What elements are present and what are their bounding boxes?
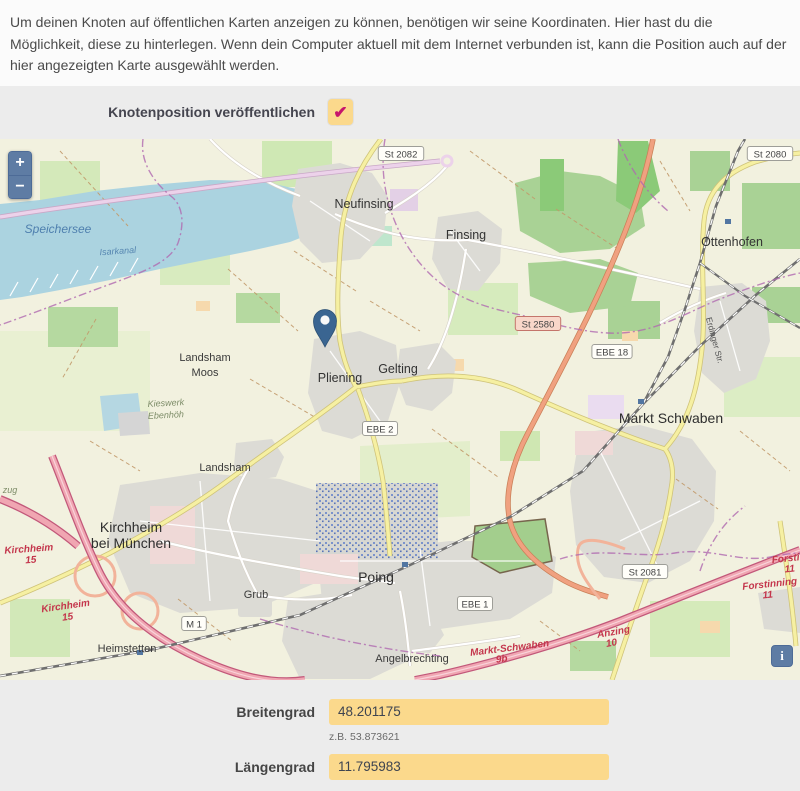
longitude-label: Längengrad bbox=[0, 759, 315, 775]
map-label: Gelting bbox=[378, 362, 418, 376]
road-badge: St 2082 bbox=[378, 146, 423, 160]
road-badge: St 2081 bbox=[622, 564, 667, 578]
map-label: bei München bbox=[91, 535, 171, 551]
map-label: Speichersee bbox=[25, 222, 92, 236]
map-label: 9b bbox=[495, 653, 508, 665]
publish-position-row: Knotenposition veröffentlichen ✔ bbox=[0, 86, 800, 139]
map-label: Ottenhofen bbox=[701, 235, 763, 249]
svg-text:M 1: M 1 bbox=[186, 619, 202, 630]
map[interactable]: St 2082 St 2080 St 2580 EBE 18 EBE 2 EBE 1 M 1… bbox=[0, 139, 800, 680]
latitude-label: Breitengrad bbox=[0, 704, 315, 720]
svg-text:St 2082: St 2082 bbox=[385, 149, 418, 160]
map-zoom-controls: + − bbox=[8, 151, 32, 199]
longitude-input[interactable] bbox=[329, 754, 609, 780]
map-label: Moos bbox=[192, 367, 219, 379]
svg-text:St 2081: St 2081 bbox=[629, 567, 662, 578]
map-label: Kirchheim bbox=[100, 519, 162, 535]
svg-text:EBE 18: EBE 18 bbox=[596, 347, 628, 358]
map-label: Landsham bbox=[179, 352, 230, 364]
map-attribution-button[interactable]: i bbox=[771, 645, 793, 667]
map-label: 15 bbox=[25, 554, 37, 566]
map-label: Kieswerk bbox=[147, 397, 184, 409]
svg-text:EBE 2: EBE 2 bbox=[367, 424, 394, 435]
map-label: 11 bbox=[762, 589, 774, 601]
road-badge: EBE 1 bbox=[458, 596, 493, 610]
map-label: Poing bbox=[358, 569, 394, 585]
longitude-row: Längengrad bbox=[0, 754, 800, 780]
publish-position-label: Knotenposition veröffentlichen bbox=[0, 104, 315, 120]
map-label: Grub bbox=[244, 589, 268, 601]
map-label: Neufinsing bbox=[334, 197, 393, 211]
map-label: Heimstetten bbox=[98, 643, 157, 655]
poing-new-district bbox=[316, 483, 438, 559]
map-canvas[interactable]: St 2082 St 2080 St 2580 EBE 18 EBE 2 EBE 1 M 1… bbox=[0, 139, 800, 680]
map-label: Markt Schwaben bbox=[619, 410, 723, 426]
road-badge: M 1 bbox=[182, 616, 207, 630]
road-badge: St 2580 bbox=[515, 316, 560, 330]
latitude-input[interactable] bbox=[329, 699, 609, 725]
map-label: zug bbox=[2, 485, 18, 495]
intro-text: Um deinen Knoten auf öffentlichen Karten… bbox=[0, 0, 800, 86]
latitude-row: Breitengrad bbox=[0, 699, 800, 725]
map-zoom-out-button[interactable]: − bbox=[8, 175, 32, 199]
map-label: 15 bbox=[61, 611, 74, 624]
svg-text:EBE 1: EBE 1 bbox=[462, 599, 489, 610]
coordinates-form: Breitengrad z.B. 53.873621 Längengrad bbox=[0, 680, 800, 780]
map-label: 11 bbox=[784, 563, 796, 575]
road-badge: St 2080 bbox=[747, 146, 792, 160]
svg-text:St 2080: St 2080 bbox=[754, 149, 787, 160]
publish-position-checkbox[interactable]: ✔ bbox=[328, 99, 353, 125]
map-label: Landsham bbox=[199, 462, 250, 474]
map-label: Finsing bbox=[446, 228, 486, 242]
map-label: Pliening bbox=[318, 371, 363, 385]
svg-text:St 2580: St 2580 bbox=[522, 319, 555, 330]
road-badge: EBE 2 bbox=[363, 421, 398, 435]
map-label: Angelbrechting bbox=[375, 653, 448, 665]
latitude-hint: z.B. 53.873621 bbox=[329, 731, 800, 743]
road-badge: EBE 18 bbox=[592, 344, 632, 358]
checkmark-icon: ✔ bbox=[333, 104, 347, 121]
map-label: Ebenhöh bbox=[148, 409, 185, 421]
map-zoom-in-button[interactable]: + bbox=[8, 151, 32, 175]
